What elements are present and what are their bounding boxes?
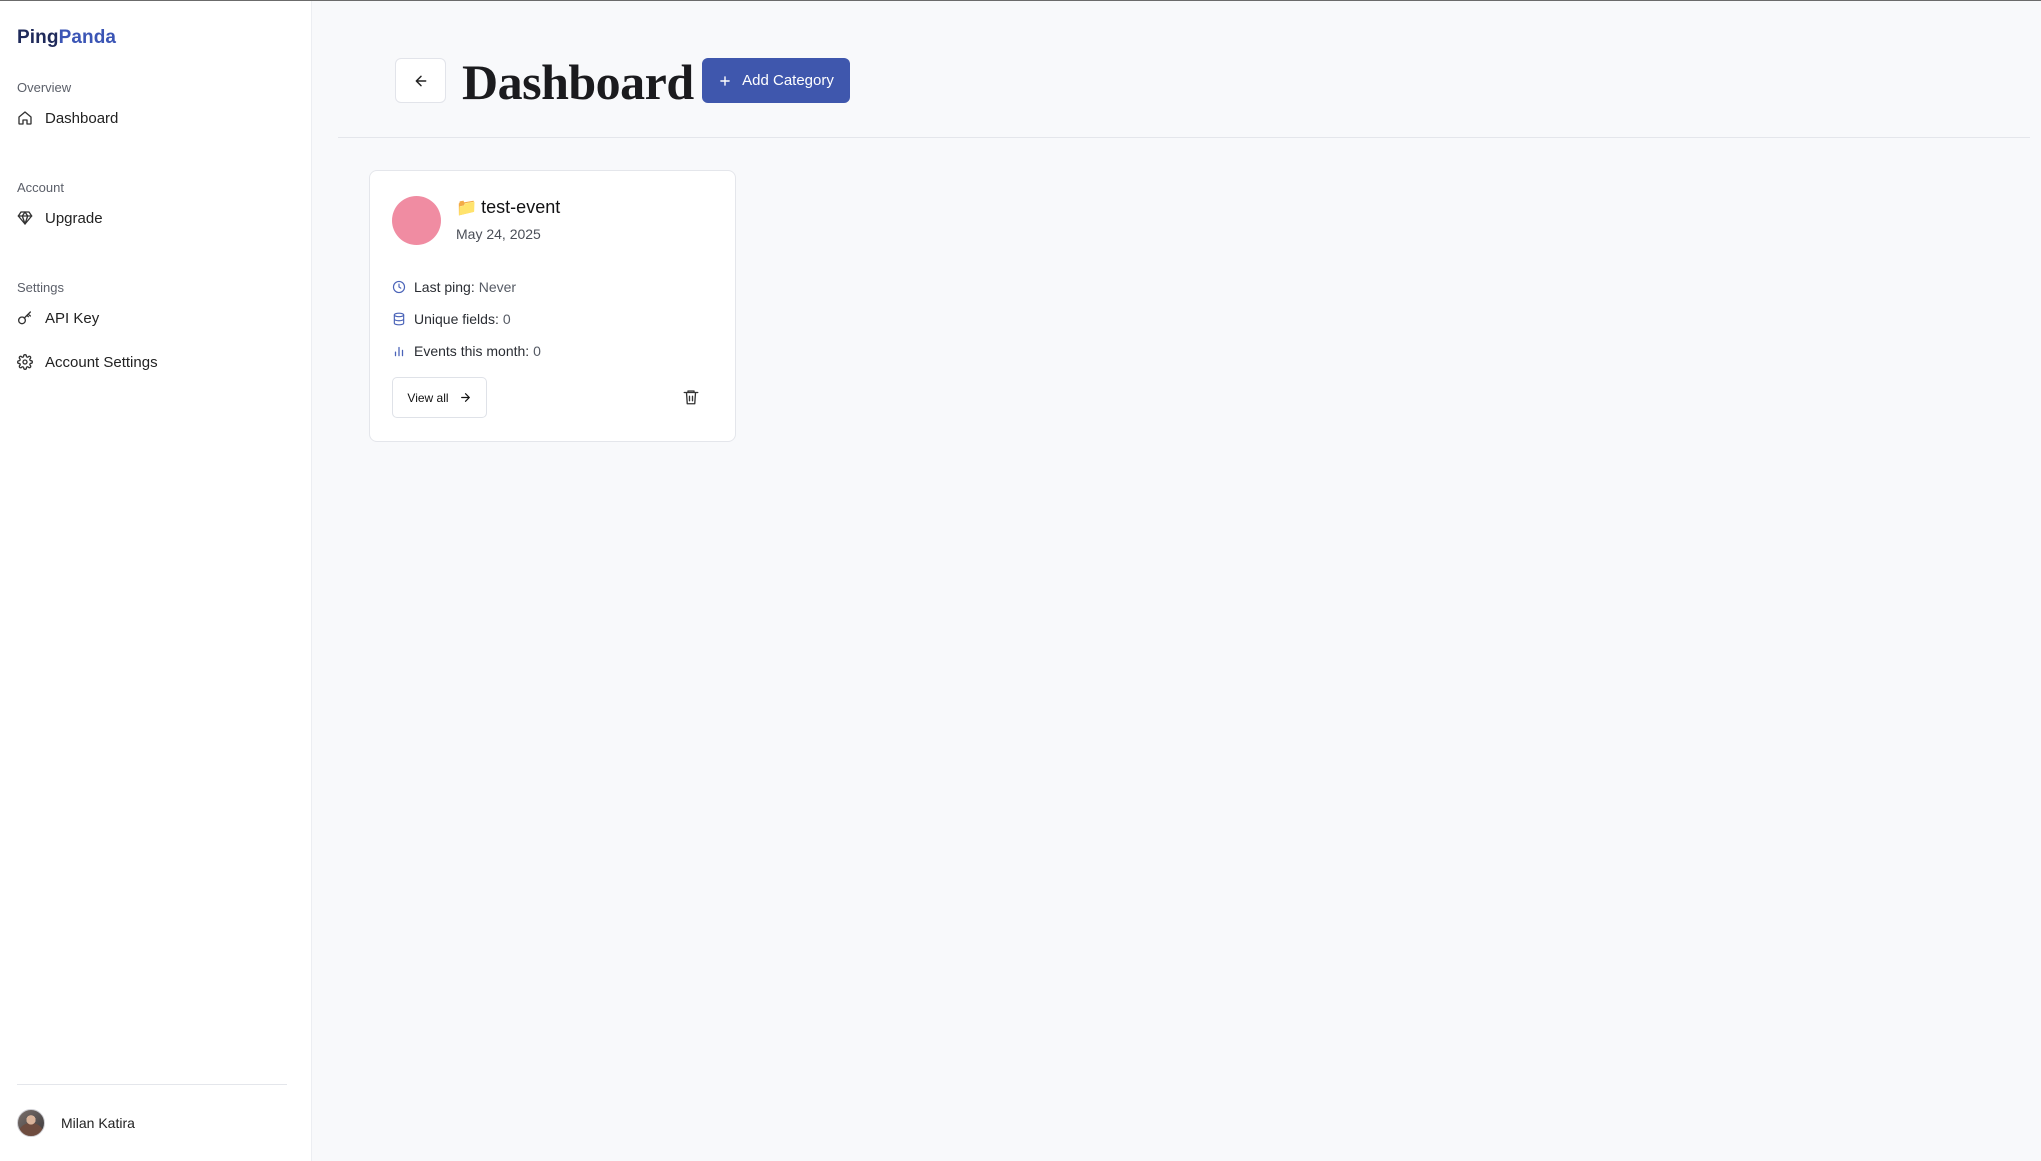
- brand-part-ping: Ping: [17, 27, 59, 48]
- sidebar-item-account-settings[interactable]: Account Settings: [13, 342, 295, 382]
- category-name-text: test-event: [481, 197, 561, 217]
- arrow-left-icon: [415, 75, 426, 86]
- folder-icon: 📁: [456, 197, 478, 217]
- user-name: Milan Katira: [61, 1115, 135, 1131]
- stat-value: 0: [533, 343, 541, 359]
- page-title: Dashboard: [462, 54, 694, 110]
- trash-icon: [683, 390, 699, 405]
- gear-icon: [17, 354, 33, 370]
- sidebar-item-upgrade[interactable]: Upgrade: [13, 198, 295, 238]
- stat-label: Last ping:: [414, 279, 475, 295]
- add-category-button[interactable]: Add Category: [702, 58, 850, 103]
- user-profile[interactable]: Milan Katira: [17, 1084, 287, 1161]
- stat-label: Unique fields:: [414, 311, 499, 327]
- view-all-button[interactable]: View all: [392, 377, 487, 418]
- stat-value: Never: [478, 279, 517, 295]
- nav-group-overview: Overview Dashboard: [17, 78, 295, 138]
- stat-events-month: Events this month: 0: [392, 335, 541, 367]
- nav-group-account: Account Upgrade: [17, 178, 295, 238]
- arrow-right-icon: [460, 393, 470, 402]
- sidebar-item-label: Dashboard: [45, 109, 119, 127]
- stat-label: Events this month:: [414, 343, 530, 359]
- home-icon: [18, 111, 32, 125]
- nav-group-label: Overview: [17, 80, 72, 95]
- nav-group-label: Account: [17, 180, 64, 195]
- database-icon: [393, 312, 405, 326]
- sidebar-item-label: Upgrade: [45, 209, 103, 227]
- stat-value: 0: [502, 311, 511, 327]
- clock-icon: [392, 280, 406, 294]
- add-category-label: Add Category: [742, 72, 834, 89]
- category-stats: Last ping: Never Unique fields: 0 Events…: [392, 271, 541, 367]
- plus-icon: [720, 75, 730, 86]
- category-date: May 24, 2025: [456, 226, 541, 242]
- sidebar-item-dashboard[interactable]: Dashboard: [13, 98, 295, 138]
- main-content: Dashboard Add Category 📁 test-event May …: [312, 0, 2041, 1161]
- view-all-label: View all: [407, 390, 449, 405]
- key-icon: [18, 311, 31, 325]
- stat-unique-fields: Unique fields: 0: [392, 303, 541, 335]
- sidebar-item-label: API Key: [45, 309, 100, 327]
- category-card: 📁 test-event May 24, 2025 Last ping: Nev…: [369, 170, 736, 442]
- bar-chart-icon: [394, 346, 404, 357]
- stat-last-ping: Last ping: Never: [392, 271, 541, 303]
- app: PingPanda Overview Dashboard Account Upg…: [0, 0, 2041, 1161]
- nav-group-label: Settings: [17, 280, 64, 295]
- back-button[interactable]: [395, 58, 446, 103]
- window-top-border: [0, 0, 2041, 1]
- delete-category-button[interactable]: [676, 382, 706, 412]
- brand-part-panda: Panda: [58, 27, 117, 48]
- sidebar-item-api-key[interactable]: API Key: [13, 298, 295, 338]
- gem-icon: [17, 211, 33, 225]
- sidebar: PingPanda Overview Dashboard Account Upg…: [0, 0, 312, 1161]
- category-name: 📁 test-event: [456, 197, 560, 218]
- avatar[interactable]: [17, 1109, 45, 1137]
- category-color-dot: [392, 196, 441, 245]
- sidebar-item-label: Account Settings: [45, 353, 158, 371]
- nav-group-settings: Settings API Key Account Settings: [17, 278, 295, 382]
- page-header: Dashboard Add Category: [338, 0, 2030, 138]
- brand-logo[interactable]: PingPanda: [17, 27, 116, 49]
